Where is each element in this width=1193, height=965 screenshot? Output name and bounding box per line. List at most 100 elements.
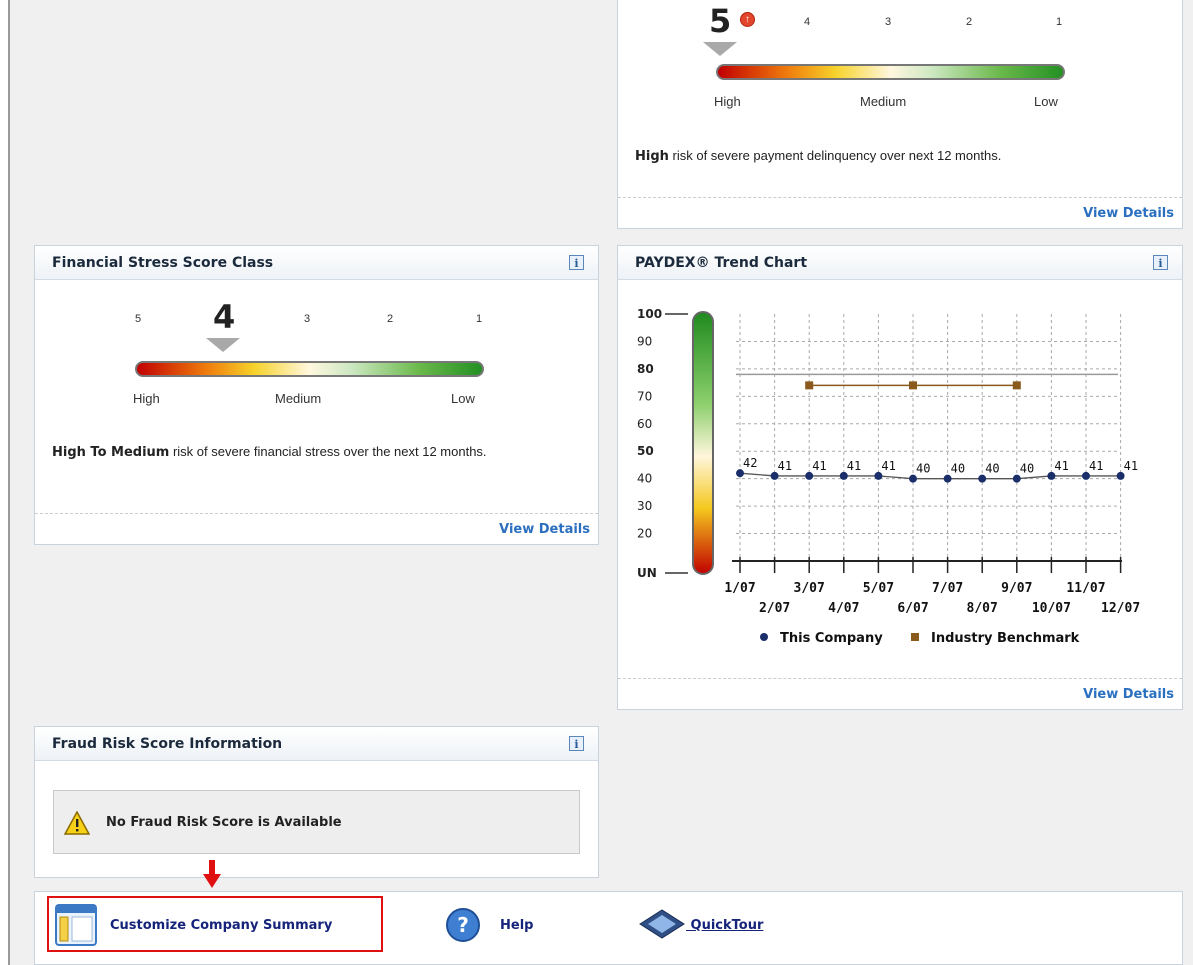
data-label: 41 <box>1124 459 1138 473</box>
paydex-score-value: 5 <box>709 2 732 40</box>
level-high: High <box>714 94 741 109</box>
scale-label-4: 4 <box>804 16 811 28</box>
info-icon[interactable]: i <box>1153 255 1168 270</box>
panel-title: PAYDEX® Trend Chart <box>635 254 808 271</box>
data-label: 41 <box>812 459 826 473</box>
svg-text:?: ? <box>457 913 469 937</box>
scale-label-2: 2 <box>966 16 973 28</box>
paydex-trend-panel: PAYDEX® Trend Chart i 100 90 80 70 60 50 40 30 2… <box>617 245 1183 710</box>
this-company-point <box>1047 471 1056 480</box>
paydex-score-panel: 5 ↑ 4 3 2 1 High Medium Low High risk of… <box>617 0 1183 229</box>
film-icon[interactable] <box>638 908 686 940</box>
panel-header: Financial Stress Score Class i <box>35 246 598 280</box>
help-icon[interactable]: ? <box>445 907 481 943</box>
view-details-link[interactable]: View Details <box>1083 206 1174 221</box>
legend-label-this-company: This Company <box>780 631 883 646</box>
industry-benchmark-point <box>805 381 814 390</box>
x-tick-label: 7/07 <box>932 581 963 596</box>
scale-label-5: 5 <box>135 313 142 325</box>
info-icon[interactable]: i <box>569 736 584 751</box>
data-label: 41 <box>778 459 792 473</box>
data-label: 40 <box>985 462 999 476</box>
panel-footer: View Details <box>618 197 1182 228</box>
warning-icon <box>64 811 90 835</box>
risk-gauge-bar <box>716 64 1065 80</box>
y-tick-label: UN <box>637 566 657 580</box>
risk-gauge-bar <box>135 361 484 377</box>
scale-label-3: 3 <box>885 16 892 28</box>
x-tick-label: 9/07 <box>1001 581 1032 596</box>
level-low: Low <box>451 391 475 406</box>
industry-benchmark-point <box>1012 381 1021 390</box>
scale-label-1: 1 <box>476 313 483 325</box>
score-pointer <box>703 42 737 56</box>
risk-description: High risk of severe payment delinquency … <box>635 148 1002 164</box>
panel-footer: View Details <box>35 513 598 544</box>
bottom-toolbar: Customize Company Summary ? Help QuickTo… <box>34 891 1183 965</box>
this-company-point <box>770 471 779 480</box>
scale-label-2: 2 <box>387 313 394 325</box>
data-label: 41 <box>1054 459 1068 473</box>
panel-header: Fraud Risk Score Information i <box>35 727 598 761</box>
customize-company-summary-link[interactable]: Customize Company Summary <box>110 918 332 933</box>
y-tick-label: 30 <box>637 499 652 513</box>
help-link[interactable]: Help <box>500 918 533 933</box>
level-medium: Medium <box>275 391 322 406</box>
panel-footer: View Details <box>618 678 1182 709</box>
fraud-risk-panel: Fraud Risk Score Information i No Fraud … <box>34 726 599 878</box>
level-low: Low <box>1034 94 1058 109</box>
y-tick-label: 80 <box>637 362 654 376</box>
financial-stress-panel: Financial Stress Score Class i 5 4 3 2 1… <box>34 245 599 545</box>
red-arrow-icon <box>203 860 221 888</box>
x-tick-label: 5/07 <box>863 581 894 596</box>
data-label: 41 <box>881 459 895 473</box>
data-label: 40 <box>1020 462 1034 476</box>
panel-header: PAYDEX® Trend Chart i <box>618 246 1182 280</box>
x-tick-label: 1/07 <box>724 581 755 596</box>
scale-label-3: 3 <box>304 313 311 325</box>
level-high: High <box>133 391 160 406</box>
x-tick-label: 3/07 <box>794 581 825 596</box>
y-tick-label: 60 <box>637 417 652 431</box>
this-company-point <box>978 474 987 483</box>
view-details-link[interactable]: View Details <box>499 522 590 537</box>
y-tick-label: 40 <box>637 472 652 486</box>
x-tick-label: 12/07 <box>1101 601 1140 616</box>
view-details-link[interactable]: View Details <box>1083 687 1174 702</box>
level-medium: Medium <box>860 94 907 109</box>
this-company-point <box>943 474 952 483</box>
data-label: 40 <box>916 462 930 476</box>
x-tick-label: 10/07 <box>1032 601 1071 616</box>
legend-marker-this-company <box>760 633 768 641</box>
industry-benchmark-point <box>909 381 917 390</box>
x-tick-label: 11/07 <box>1066 581 1105 596</box>
scale-label-1: 1 <box>1056 16 1063 28</box>
this-company-point <box>1082 471 1090 480</box>
layout-icon[interactable] <box>55 904 97 946</box>
this-company-point <box>805 471 814 480</box>
y-tick-label: 100 <box>637 307 662 321</box>
fraud-message: No Fraud Risk Score is Available <box>106 815 342 830</box>
fraud-message-box: No Fraud Risk Score is Available <box>53 790 580 854</box>
y-tick-label: 90 <box>637 334 652 348</box>
x-tick-label: 8/07 <box>967 601 998 616</box>
data-label: 41 <box>847 459 861 473</box>
paydex-trend-chart: 100 90 80 70 60 50 40 30 20 UN 1/07 3/07 5/07 7/07 9/0… <box>637 307 1140 646</box>
this-company-point <box>839 471 848 480</box>
quicktour-link[interactable]: QuickTour <box>686 918 764 933</box>
this-company-point <box>1012 474 1021 483</box>
data-label: 42 <box>743 456 757 470</box>
this-company-point <box>1116 471 1125 480</box>
up-arrow-icon: ↑ <box>740 12 755 27</box>
x-tick-label: 2/07 <box>759 601 790 616</box>
this-company-point <box>909 474 917 483</box>
info-icon[interactable]: i <box>569 255 584 270</box>
x-tick-label: 6/07 <box>897 601 928 616</box>
financial-stress-score-value: 4 <box>213 298 236 336</box>
y-tick-label: 70 <box>637 389 652 403</box>
data-label: 40 <box>951 462 965 476</box>
panel-title: Fraud Risk Score Information <box>52 735 283 752</box>
left-divider <box>8 0 10 965</box>
y-tick-label: 50 <box>637 444 654 458</box>
x-tick-label: 4/07 <box>828 601 859 616</box>
